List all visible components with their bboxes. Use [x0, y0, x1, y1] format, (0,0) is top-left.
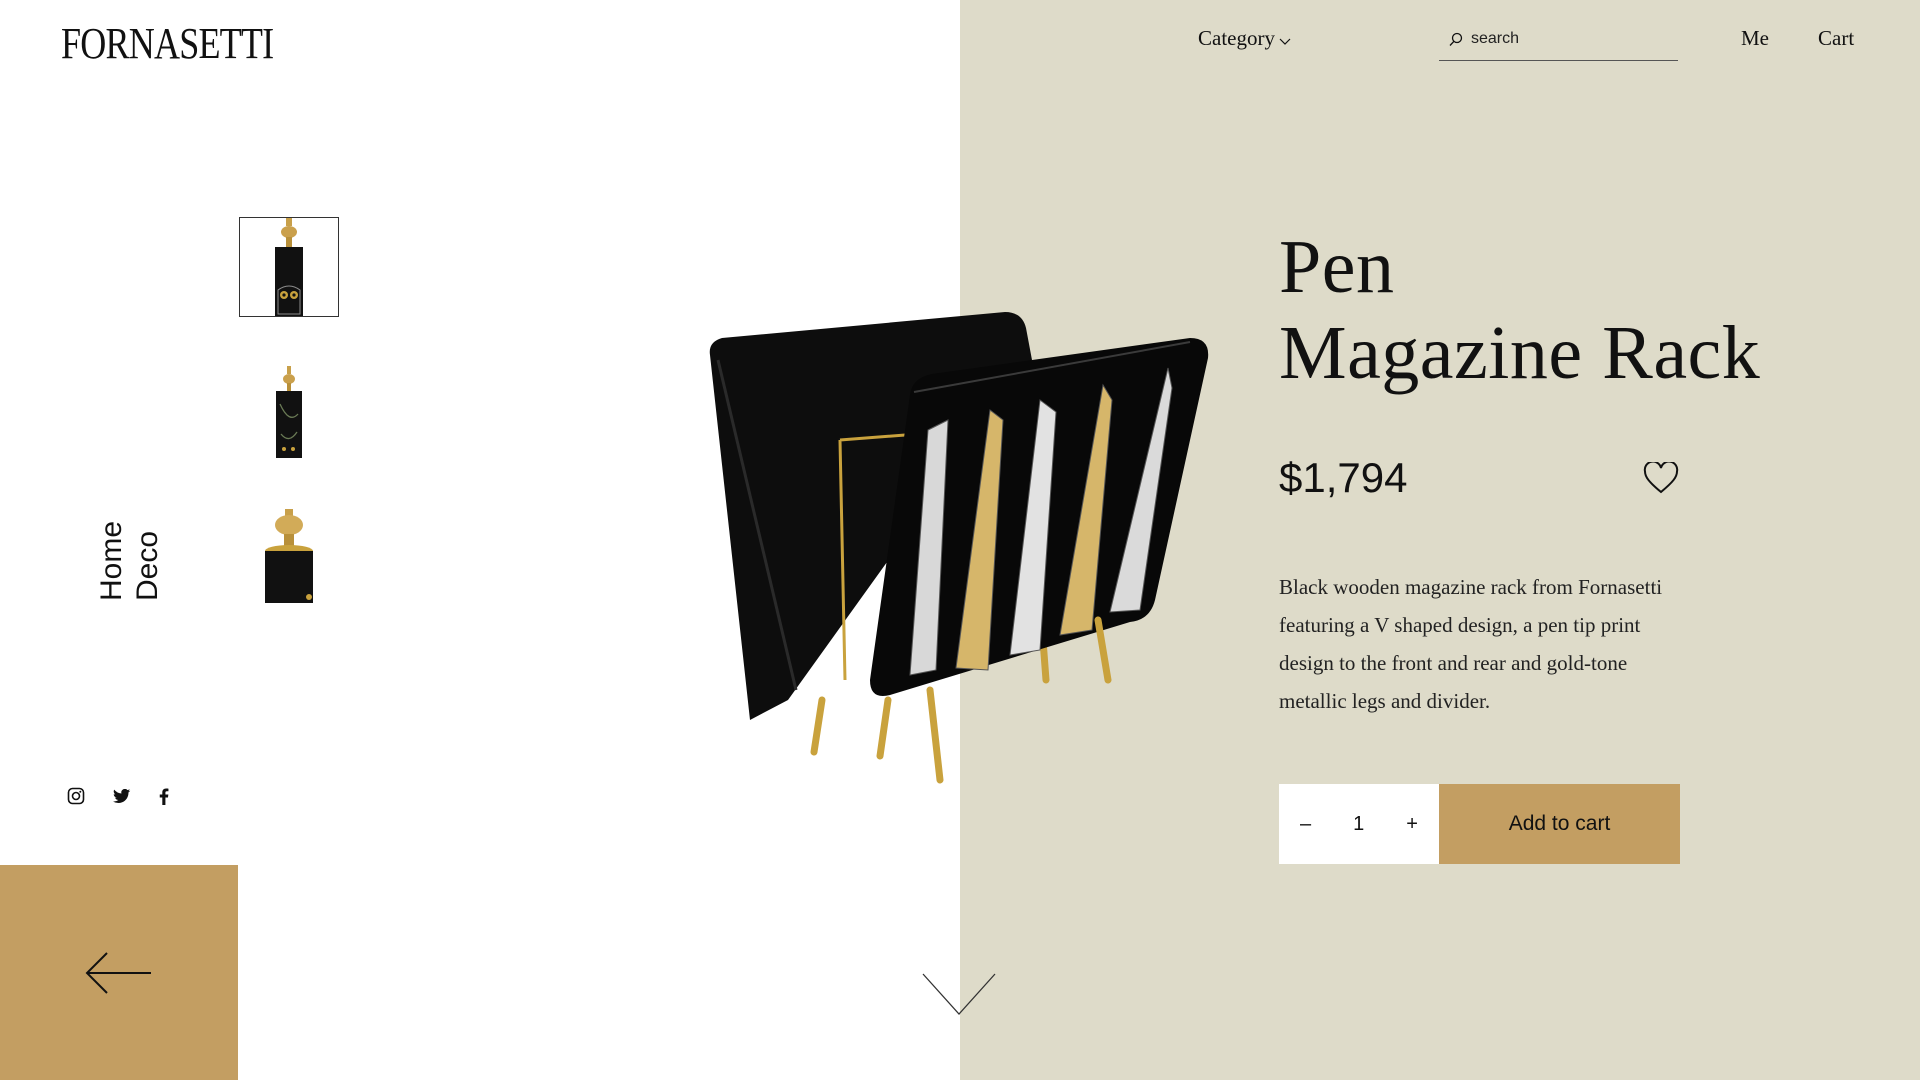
quantity-value[interactable]: 1: [1343, 809, 1374, 840]
thumbnail-lamp-short[interactable]: [239, 505, 339, 605]
twitter-icon[interactable]: [110, 784, 134, 808]
product-title-line1: Pen: [1279, 225, 1395, 309]
thumbnail-lamp-tall[interactable]: [239, 362, 339, 462]
product-image-magazine-rack: [700, 300, 1220, 805]
lamp-tall-thumbnail-image: [276, 366, 302, 458]
scroll-down-chevron-icon[interactable]: [921, 972, 997, 1021]
product-description: Black wooden magazine rack from Fornaset…: [1279, 575, 1663, 713]
quantity-decrease-button[interactable]: –: [1290, 809, 1321, 840]
nav-me-link[interactable]: Me: [1741, 26, 1769, 51]
category-vertical-label: Home Deco: [94, 481, 166, 601]
category-line-home: Home: [95, 520, 128, 601]
quantity-stepper[interactable]: – 1 +: [1279, 784, 1439, 864]
category-label: Category: [1198, 26, 1275, 50]
instagram-icon[interactable]: [64, 784, 88, 808]
product-price: $1,794: [1279, 454, 1408, 501]
add-to-cart-button[interactable]: Add to cart: [1439, 784, 1680, 864]
product-title-line2: Magazine Rack: [1279, 311, 1761, 395]
arrow-left-icon: [85, 951, 151, 994]
category-dropdown[interactable]: Category: [1198, 26, 1291, 51]
chevron-down-icon: [1279, 38, 1291, 45]
facebook-icon[interactable]: [152, 784, 176, 808]
brand-logo[interactable]: FORNASETTI: [61, 18, 274, 69]
product-title: Pen Magazine Rack: [1279, 224, 1760, 396]
search-input[interactable]: [1471, 30, 1651, 48]
search-bar[interactable]: [1439, 26, 1678, 61]
thumbnail-lamp-owl[interactable]: [239, 217, 339, 317]
category-line-deco: Deco: [131, 530, 164, 601]
back-button[interactable]: [0, 865, 238, 1080]
lamp-short-thumbnail-image: [265, 509, 313, 603]
nav-cart-link[interactable]: Cart: [1818, 26, 1854, 51]
quantity-increase-button[interactable]: +: [1396, 809, 1428, 840]
search-icon: [1449, 32, 1463, 46]
favorite-heart-icon[interactable]: [1643, 460, 1679, 499]
lamp-owl-thumbnail-image: [275, 218, 303, 316]
